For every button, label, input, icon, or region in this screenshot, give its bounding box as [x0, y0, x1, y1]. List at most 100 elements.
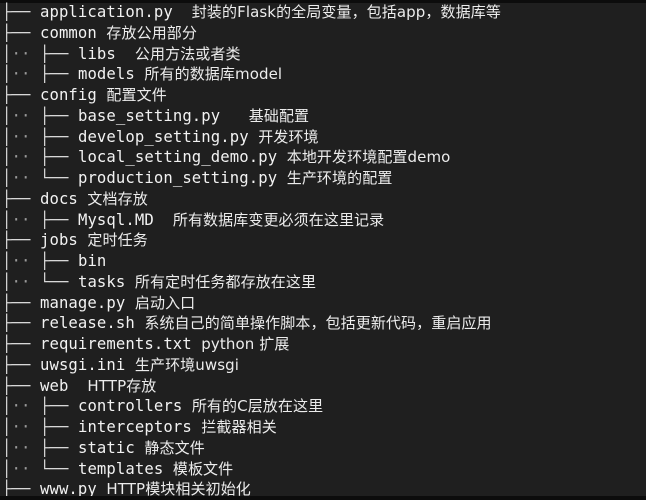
tree-branch-connector: └── — [39, 272, 69, 291]
file-description: 定时任务 — [87, 231, 148, 250]
tree-vertical-guide: │ — [2, 148, 12, 167]
spacing — [135, 439, 145, 457]
spacing — [97, 24, 107, 42]
spacing — [125, 356, 135, 374]
spacing — [125, 273, 135, 291]
spacing — [125, 294, 135, 312]
tree-row: ├── uwsgi.ini 生产环境uwsgi — [2, 355, 646, 376]
spacing — [249, 128, 259, 146]
tree-row: │·· ├── interceptors 拦截器相关 — [2, 417, 646, 438]
tree-vertical-guide: │ — [2, 44, 12, 63]
tree-branch-connector: ├── — [39, 438, 69, 457]
tree-vertical-guide: │ — [2, 106, 12, 125]
tree-row: │·· ├── libs 公用方法或者类 — [2, 44, 646, 65]
file-description: 基础配置 — [248, 106, 310, 125]
tree-branch-connector: ├── — [39, 106, 69, 125]
tree-row: ├── manage.py 启动入口 — [2, 293, 646, 314]
spacing — [173, 3, 192, 21]
tree-row: ├── requirements.txt python 扩展 — [2, 334, 646, 355]
tree-vertical-guide: │ — [2, 438, 12, 457]
file-description: 启动入口 — [134, 293, 196, 312]
file-name: config — [39, 86, 97, 104]
file-description: 生产环境uwsgi — [134, 355, 240, 374]
bottom-edge — [0, 496, 646, 500]
file-description: 所有的C层放在这里 — [191, 397, 324, 416]
tree-branch-connector: ├── — [39, 252, 69, 270]
tree-vertical-guide: │ — [2, 418, 12, 436]
file-name: controllers — [77, 397, 183, 416]
tree-indent-dots: ·· — [11, 272, 31, 291]
tree-branch-connector: ├── — [2, 355, 31, 374]
tree-branch-connector: ├── — [39, 148, 69, 167]
tree-indent-dots: ·· — [11, 65, 31, 84]
tree-branch-connector: ├── — [2, 314, 31, 333]
file-name: develop_setting.py — [77, 127, 249, 146]
file-description: 开发环境 — [258, 127, 319, 146]
file-description: 本地开发环境配置demo — [286, 148, 451, 167]
tree-row: ├── web HTTP存放 — [2, 376, 646, 397]
tree-branch-connector: └── — [39, 169, 69, 187]
tree-indent-dots: ·· — [11, 397, 31, 416]
tree-branch-connector: ├── — [39, 210, 69, 229]
file-description: HTTP存放 — [87, 376, 157, 395]
file-name: libs — [77, 44, 116, 63]
file-name: bin — [77, 252, 107, 270]
file-description: 配置文件 — [106, 86, 167, 104]
file-description: 静态文件 — [144, 438, 205, 457]
tree-branch-connector: ├── — [2, 189, 31, 208]
tree-branch-connector: └── — [39, 459, 69, 478]
file-description: 所有数据库变更必须在这里记录 — [172, 210, 385, 229]
file-name: local_setting_demo.py — [77, 148, 278, 167]
tree-row: ├── release.sh 系统自己的简单操作脚本，包括更新代码，重启应用 — [2, 313, 646, 334]
file-name: templates — [77, 459, 164, 478]
tree-branch-connector: ├── — [39, 65, 69, 84]
file-name: web — [39, 376, 69, 395]
tree-indent-dots: ·· — [11, 418, 31, 436]
file-name: requirements.txt — [39, 335, 192, 353]
tree-row: │·· ├── develop_setting.py 开发环境 — [2, 127, 646, 148]
tree-indent-dots: ·· — [11, 44, 31, 63]
file-name: jobs — [39, 231, 78, 250]
file-description: 文档存放 — [87, 189, 148, 208]
file-name: models — [77, 65, 135, 84]
tree-vertical-guide: │ — [2, 459, 12, 478]
tree-vertical-guide: │ — [2, 272, 12, 291]
tree-indent-dots: ·· — [11, 252, 31, 270]
spacing — [97, 86, 107, 104]
file-name: static — [77, 438, 135, 457]
tree-indent-dots: ·· — [11, 148, 31, 167]
tree-indent-dots: ·· — [11, 127, 31, 146]
tree-vertical-guide: │ — [2, 65, 12, 84]
file-name: production_setting.py — [77, 169, 278, 187]
file-name: common — [39, 23, 97, 42]
tree-row: ├── docs 文档存放 — [2, 189, 646, 210]
tree-row: │·· ├── Mysql.MD 所有数据库变更必须在这里记录 — [2, 210, 646, 231]
spacing — [182, 397, 192, 415]
file-description: 封装的Flask的全局变量，包括app，数据库等 — [191, 3, 501, 21]
spacing — [154, 211, 173, 229]
file-name: tasks — [77, 272, 126, 291]
tree-vertical-guide: │ — [2, 127, 12, 146]
spacing — [116, 45, 135, 63]
file-name: Mysql.MD — [77, 210, 154, 229]
file-description: 所有的数据库model — [144, 65, 283, 84]
spacing — [192, 418, 202, 436]
file-description: 拦截器相关 — [201, 418, 277, 436]
tree-row: ├── application.py 封装的Flask的全局变量，包括app，数… — [2, 2, 646, 23]
tree-row: ├── jobs 定时任务 — [2, 230, 646, 251]
spacing — [135, 314, 145, 332]
tree-indent-dots: ·· — [11, 459, 31, 478]
tree-row: │·· ├── static 静态文件 — [2, 438, 646, 459]
file-description: python 扩展 — [201, 335, 290, 353]
tree-branch-connector: ├── — [2, 3, 31, 21]
file-name: release.sh — [39, 314, 135, 333]
spacing — [163, 460, 173, 478]
tree-row: │·· ├── bin — [2, 251, 646, 272]
file-description: 模板文件 — [172, 459, 234, 478]
file-name: uwsgi.ini — [39, 355, 126, 374]
tree-row: ├── config 配置文件 — [2, 85, 646, 106]
tree-vertical-guide: │ — [2, 169, 12, 187]
tree-branch-connector: ├── — [39, 418, 69, 436]
spacing — [277, 169, 287, 187]
tree-branch-connector: ├── — [2, 293, 31, 312]
